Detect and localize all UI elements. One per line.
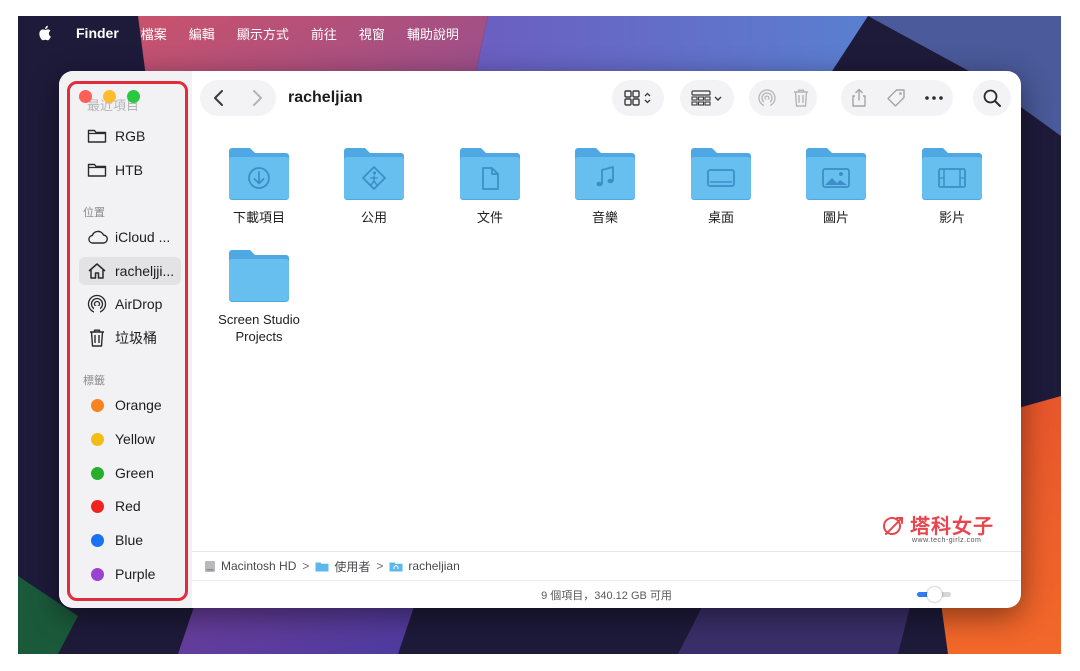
folder-pictures[interactable]: 圖片: [786, 145, 886, 226]
folder-documents[interactable]: 文件: [440, 145, 540, 226]
path-segment-label: 使用者: [334, 559, 371, 574]
icon-size-slider[interactable]: [917, 587, 951, 602]
folder-movies[interactable]: 影片: [902, 145, 1002, 226]
folder-label: 下載項目: [232, 210, 285, 225]
airdrop-button[interactable]: [757, 88, 777, 108]
movies-folder-icon: [922, 148, 982, 200]
path-separator: >: [376, 559, 384, 573]
folder-icon: [315, 562, 329, 571]
folder-label: 文件: [476, 210, 503, 225]
watermark-title: 塔科女子: [910, 516, 994, 538]
folder-label: 影片: [938, 210, 965, 225]
path-segment-label: Macintosh HD: [221, 559, 297, 573]
airdrop-icon: [757, 89, 776, 108]
pictures-folder-icon: [806, 148, 866, 200]
sidebar: 最近項目 RGB HTB 位置 iCloud ... racheljji... …: [59, 71, 192, 608]
document-folder-icon: [460, 148, 520, 200]
download-folder-icon: [229, 148, 289, 200]
back-button[interactable]: [212, 89, 226, 107]
menu-go[interactable]: 前往: [311, 24, 337, 43]
path-segment-home[interactable]: racheljian: [389, 559, 460, 573]
item-count-text: 9 個項目，340.12 GB 可用: [541, 590, 672, 602]
menu-help[interactable]: 輔助說明: [407, 24, 459, 43]
search-button[interactable]: [973, 80, 1011, 116]
desktop-folder-icon: [691, 148, 751, 200]
share-icon: [852, 88, 866, 107]
delete-button[interactable]: [792, 88, 810, 108]
path-segment-users[interactable]: 使用者: [315, 558, 370, 575]
menu-bar: Finder 檔案 編輯 顯示方式 前往 視窗 輔助說明: [18, 16, 1061, 50]
path-segment-label: racheljian: [408, 559, 460, 573]
hard-disk-icon: [205, 560, 215, 572]
watermark-logo: 塔科女子 www.tech-girlz.com: [880, 510, 994, 544]
menu-view[interactable]: 顯示方式: [237, 24, 289, 43]
apple-menu-icon[interactable]: [38, 25, 54, 41]
folder-icon: [229, 250, 289, 302]
group-icon: [691, 90, 722, 106]
music-folder-icon: [575, 148, 635, 200]
more-button[interactable]: [924, 95, 944, 101]
home-folder-icon: [389, 562, 403, 571]
view-mode-button[interactable]: [612, 80, 664, 116]
share-actions-group: [749, 80, 817, 116]
chevron-left-icon: [214, 90, 223, 106]
finder-window: 最近項目 RGB HTB 位置 iCloud ... racheljji... …: [59, 71, 1021, 608]
folder-label: 音樂: [591, 210, 618, 225]
more-actions-group: [841, 80, 953, 116]
folder-public[interactable]: 公用: [324, 145, 424, 226]
icon-view-icon: [624, 90, 651, 106]
public-folder-icon: [344, 148, 404, 200]
folder-label: 圖片: [822, 210, 849, 225]
folder-label: 桌面: [707, 210, 734, 225]
menu-window[interactable]: 視窗: [359, 24, 385, 43]
folder-label: Screen Studio Projects: [218, 312, 300, 344]
folder-screen-studio-projects[interactable]: Screen Studio Projects: [209, 247, 309, 345]
trash-icon: [793, 89, 808, 107]
path-bar: Macintosh HD > 使用者 > racheljian: [192, 551, 1021, 580]
navigation-buttons: [200, 80, 276, 116]
share-button[interactable]: [850, 88, 868, 108]
folder-label: 公用: [360, 210, 387, 225]
menu-app-finder[interactable]: Finder: [76, 25, 119, 41]
highlight-annotation-box: [67, 81, 188, 601]
menu-edit[interactable]: 編輯: [189, 24, 215, 43]
forward-button[interactable]: [250, 89, 264, 107]
window-title: racheljian: [288, 89, 363, 106]
menu-file[interactable]: 檔案: [141, 24, 167, 43]
folder-downloads[interactable]: 下載項目: [209, 145, 309, 226]
tag-button[interactable]: [886, 88, 906, 108]
slider-knob[interactable]: [926, 587, 942, 602]
folder-desktop[interactable]: 桌面: [671, 145, 771, 226]
status-bar: 9 個項目，340.12 GB 可用: [192, 580, 1021, 608]
ellipsis-icon: [925, 96, 943, 100]
rocket-logo-icon: [883, 516, 903, 535]
tag-icon: [887, 89, 905, 107]
group-by-button[interactable]: [680, 80, 734, 116]
path-separator: >: [302, 559, 310, 573]
search-icon: [983, 89, 1001, 107]
path-segment-disk[interactable]: Macintosh HD: [204, 559, 296, 573]
folder-music[interactable]: 音樂: [555, 145, 655, 226]
chevron-right-icon: [253, 90, 262, 106]
